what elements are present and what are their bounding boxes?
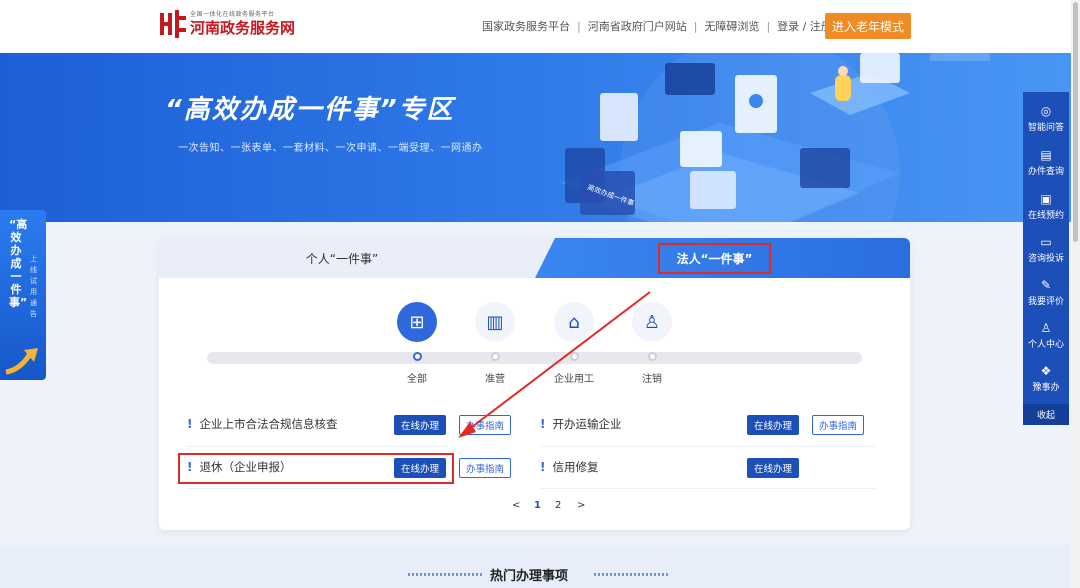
nav-divider: | — [766, 19, 771, 33]
sidebar-item-evaluate[interactable]: ✎ 我要评价 — [1023, 270, 1069, 314]
category-dot — [412, 352, 422, 361]
message-icon: ▭ — [1040, 234, 1052, 249]
tab-legal[interactable]: 法人“一件事” — [658, 243, 771, 274]
user-icon: ♙ — [1040, 320, 1052, 335]
category-track — [207, 352, 862, 364]
title-decoration — [594, 573, 668, 576]
sidebar-item-label: 个人中心 — [1027, 339, 1064, 350]
chat-bot-icon: ◎ — [1040, 103, 1052, 118]
category-label: 注销 — [642, 374, 662, 385]
sidebar-item-appointment[interactable]: ▣ 在线预约 — [1023, 184, 1069, 228]
hero-banner: 高效办成一件事 “高效办成一件事”专区 一次告知、一张表单、一套材料、一次申请、… — [0, 53, 1080, 222]
login-register-link[interactable]: 登录 / 注册 — [777, 18, 832, 34]
sidebar-item-label: 我要评价 — [1027, 296, 1064, 307]
service-item[interactable]: ! 开办运输企业 — [540, 416, 621, 432]
sidebar-item-case-query[interactable]: ▤ 办件查询 — [1023, 140, 1069, 184]
sidebar-item-label: 豫事办 — [1032, 382, 1060, 393]
category-label: 全部 — [407, 374, 427, 385]
sidebar-item-yushiban[interactable]: ❖ 豫事办 — [1023, 356, 1069, 400]
online-apply-button[interactable]: 在线办理 — [747, 458, 799, 478]
arrow-up-icon — [5, 348, 38, 375]
title-decoration — [408, 573, 482, 576]
sidebar-item-label: 办件查询 — [1027, 166, 1064, 177]
grid-icon: ⊞ — [397, 302, 437, 342]
category-dot — [569, 352, 579, 361]
pagination-page-1[interactable]: 1 — [534, 500, 541, 511]
sidebar-item-consult[interactable]: ▭ 咨询投诉 — [1023, 227, 1069, 271]
calendar-icon: ▣ — [1040, 191, 1052, 206]
service-guide-button[interactable]: 办事指南 — [459, 415, 511, 435]
service-item[interactable]: ! 信用修复 — [540, 459, 598, 475]
online-apply-button[interactable]: 在线办理 — [747, 415, 799, 435]
elder-mode-button[interactable]: 进入老年模式 — [825, 13, 911, 39]
nav-divider: | — [577, 19, 581, 33]
left-announcement-tab[interactable]: “高效办成一件事” 上线试用通告 — [0, 210, 46, 380]
category-label: 企业用工 — [554, 374, 594, 385]
nav-national-platform[interactable]: 国家政务服务平台 — [482, 18, 570, 34]
row-divider — [187, 446, 449, 447]
category-dot — [647, 352, 657, 361]
pagination-prev[interactable]: < — [512, 500, 520, 511]
person-icon: ♙ — [632, 302, 672, 342]
top-header: 全国一体化在线政务服务平台 河南政务服务网 国家政务服务平台 | 河南省政府门户… — [0, 0, 1080, 53]
sidebar-item-label: 在线预约 — [1027, 210, 1064, 221]
category-business-access[interactable]: ▥ 准营 — [472, 302, 518, 385]
row-divider — [540, 446, 875, 447]
category-deregistration[interactable]: ♙ 注销 — [629, 302, 675, 385]
service-guide-button[interactable]: 办事指南 — [459, 458, 511, 478]
banner-illustration: 高效办成一件事 — [560, 53, 990, 222]
bullet-icon: ! — [540, 460, 546, 474]
sidebar-item-label: 咨询投诉 — [1027, 253, 1064, 264]
bullet-icon: ! — [187, 417, 193, 431]
highlight-box — [178, 453, 454, 484]
top-nav: 国家政务服务平台 | 河南省政府门户网站 | 无障碍浏览 | 登录 / 注册 — [482, 18, 832, 34]
sidebar-item-personal-center[interactable]: ♙ 个人中心 — [1023, 313, 1069, 357]
right-service-bar: ◎ 智能问答 ▤ 办件查询 ▣ 在线预约 ▭ 咨询投诉 ✎ 我要评价 ♙ 个人中… — [1023, 92, 1069, 425]
category-employment[interactable]: ⌂ 企业用工 — [551, 302, 597, 385]
online-apply-button[interactable]: 在线办理 — [394, 415, 446, 435]
pagination-next[interactable]: > — [577, 500, 585, 511]
app-icon: ❖ — [1040, 363, 1052, 378]
banner-subtitle: 一次告知、一张表单、一套材料、一次申请、一端受理、一网通办 — [178, 143, 483, 154]
scrollbar-thumb[interactable] — [1073, 2, 1078, 242]
service-card — [159, 238, 910, 530]
hot-section-title: 热门办理事项 — [490, 569, 569, 584]
service-name: 信用修复 — [552, 460, 599, 474]
bullet-icon: ! — [540, 417, 546, 431]
sidebar-item-smart-qa[interactable]: ◎ 智能问答 — [1023, 96, 1069, 140]
category-dot — [490, 352, 500, 361]
row-divider — [187, 488, 449, 489]
nav-divider: | — [693, 19, 698, 33]
left-tab-subtitle: 上线试用通告 — [30, 255, 37, 318]
edit-icon: ✎ — [1040, 277, 1052, 292]
service-item[interactable]: ! 企业上市合法合规信息核查 — [187, 416, 337, 432]
left-tab-title: “高效办成一件事” — [9, 218, 28, 309]
document-search-icon: ▤ — [1040, 147, 1052, 162]
nav-province-portal[interactable]: 河南省政府门户网站 — [588, 18, 687, 34]
sidebar-item-label: 智能问答 — [1027, 122, 1064, 133]
service-guide-button[interactable]: 办事指南 — [812, 415, 864, 435]
logo-title: 河南政务服务网 — [190, 19, 296, 37]
logo-subtitle: 全国一体化在线政务服务平台 — [190, 11, 275, 18]
seal-icon: ⌂ — [554, 302, 594, 342]
nav-accessibility[interactable]: 无障碍浏览 — [704, 18, 759, 34]
banner-title: “高效办成一件事”专区 — [165, 95, 455, 125]
service-name: 开办运输企业 — [552, 417, 622, 431]
category-all[interactable]: ⊞ 全部 — [394, 302, 440, 385]
row-divider — [540, 488, 875, 489]
logo-mark-icon — [160, 10, 186, 38]
building-icon: ▥ — [475, 302, 515, 342]
sidebar-collapse-button[interactable]: 收起 — [1023, 404, 1069, 425]
tab-personal[interactable]: 个人“一件事” — [159, 238, 555, 278]
category-label: 准营 — [485, 374, 505, 385]
service-name: 企业上市合法合规信息核查 — [199, 417, 338, 431]
pagination-page-2[interactable]: 2 — [555, 500, 561, 511]
site-logo[interactable]: 全国一体化在线政务服务平台 河南政务服务网 — [160, 10, 295, 38]
